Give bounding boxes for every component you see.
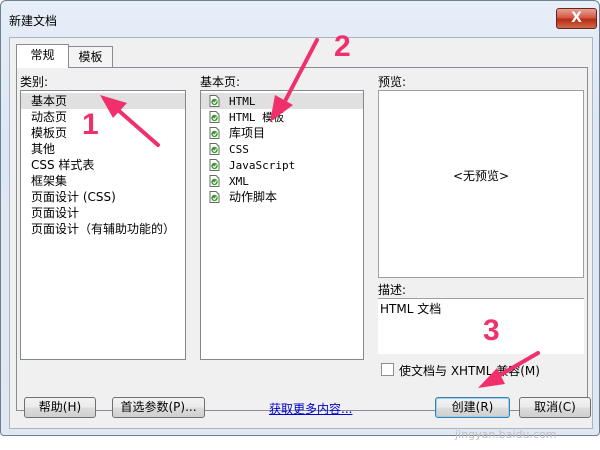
document-icon: [209, 111, 220, 123]
basic-page-list[interactable]: HTML HTML 模板 库项目 CSS JavaScript XML 动作脚本: [200, 90, 364, 360]
description-label: 描述:: [378, 283, 407, 297]
annotation-number-3: 3: [483, 314, 500, 347]
xhtml-checkbox[interactable]: [381, 363, 394, 376]
watermark: jingyan.baidu.com: [455, 428, 557, 441]
document-icon: [209, 95, 220, 107]
basic-page-item-label: CSS: [229, 143, 249, 156]
annotation-number-2: 2: [334, 30, 351, 63]
basic-page-item[interactable]: 动作脚本: [201, 189, 363, 205]
dialog-title: 新建文档: [9, 14, 58, 28]
category-item[interactable]: 基本页: [21, 93, 185, 109]
xhtml-checkbox-label: 使文档与 XHTML 兼容(M): [399, 364, 540, 378]
document-icon: [209, 143, 220, 155]
help-button[interactable]: 帮助(H): [24, 397, 96, 418]
basic-page-item[interactable]: CSS: [201, 141, 363, 157]
basic-page-item[interactable]: HTML 模板: [201, 109, 363, 125]
document-icon: [209, 159, 220, 171]
annotation-number-1: 1: [82, 108, 99, 141]
category-item[interactable]: 其他: [21, 141, 185, 157]
category-item[interactable]: 动态页: [21, 109, 185, 125]
category-list[interactable]: 基本页 动态页 模板页 其他 CSS 样式表 框架集 页面设计 (CSS) 页面设计 页面设计（…: [20, 90, 186, 360]
basic-page-item-label: XML: [229, 175, 249, 188]
basic-page-item-label: JavaScript: [229, 159, 296, 172]
tab-panel: 类别: 基本页 动态页 模板页 其他 CSS 样式表 框架集 页面设计 (CSS) 页面设计页…: [16, 67, 588, 411]
category-item[interactable]: 框架集: [21, 173, 185, 189]
basic-page-item-label: HTML 模板: [229, 111, 285, 124]
create-button[interactable]: 创建(R): [435, 397, 510, 418]
basic-page-label: 基本页:: [200, 75, 241, 89]
category-item[interactable]: 页面设计: [21, 205, 185, 221]
description-text: HTML 文档: [380, 302, 442, 316]
basic-page-item[interactable]: JavaScript: [201, 157, 363, 173]
dialog-window: 新建文档 X 常规 模板 类别: 基本页 动态页 模板页 其他 CSS 样式表 框架集 页面…: [0, 0, 600, 436]
description-box: HTML 文档: [378, 298, 584, 354]
cancel-button[interactable]: 取消(C): [519, 397, 591, 418]
preview-pane: <无预览>: [378, 90, 584, 278]
basic-page-item-label: 库项目: [229, 126, 266, 140]
basic-page-item-label: 动作脚本: [229, 190, 278, 204]
close-button[interactable]: X: [556, 8, 597, 29]
category-item[interactable]: 页面设计 (CSS): [21, 189, 185, 205]
get-more-content-link[interactable]: 获取更多内容...: [269, 400, 352, 417]
category-item[interactable]: CSS 样式表: [21, 157, 185, 173]
no-preview-text: <无预览>: [452, 169, 510, 183]
preview-label: 预览:: [378, 75, 407, 89]
tab-templates[interactable]: 模板: [68, 46, 113, 68]
basic-page-item-label: HTML: [229, 95, 256, 108]
document-icon: [209, 175, 220, 187]
preferences-button[interactable]: 首选参数(P)...: [112, 397, 205, 418]
dialog-client-area: 常规 模板 类别: 基本页 动态页 模板页 其他 CSS 样式表 框架集 页面设计 (CSS…: [9, 37, 593, 429]
basic-page-item[interactable]: 库项目: [201, 125, 363, 141]
category-item[interactable]: 页面设计（有辅助功能的）: [21, 221, 185, 237]
category-item[interactable]: 模板页: [21, 125, 185, 141]
category-label: 类别:: [20, 75, 49, 89]
basic-page-item[interactable]: XML: [201, 173, 363, 189]
document-icon: [209, 191, 220, 203]
basic-page-item[interactable]: HTML: [201, 93, 363, 109]
document-icon: [209, 127, 220, 139]
tab-general[interactable]: 常规: [16, 44, 69, 68]
